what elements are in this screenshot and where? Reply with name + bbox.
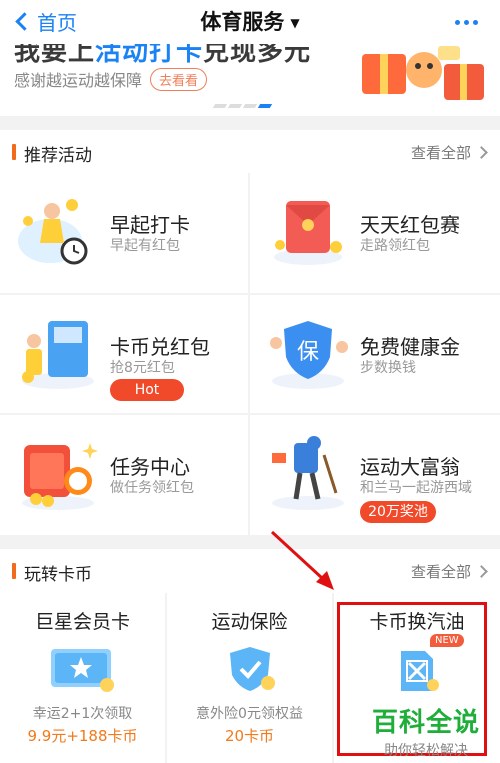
activity-morning-checkin[interactable]: 早起打卡 早起有红包 bbox=[0, 173, 248, 293]
activity-subtitle: 做任务领红包 bbox=[110, 480, 194, 496]
card-star-membership[interactable]: 巨星会员卡 幸运2+1次领取 9.9元+188卡币 bbox=[0, 593, 165, 763]
card-price: 9.9元+188卡币 bbox=[27, 727, 138, 745]
recommend-view-all[interactable]: 查看全部 bbox=[410, 142, 488, 163]
coins-view-all[interactable]: 查看全部 bbox=[410, 561, 488, 582]
morning-checkin-illustration bbox=[18, 199, 88, 265]
section-marker bbox=[12, 563, 16, 579]
watermark: 百科全说 助你轻松解决 bbox=[372, 702, 480, 760]
atm-illustration bbox=[22, 321, 94, 389]
activity-title: 卡币兑红包 bbox=[110, 335, 210, 359]
card-title: 运动保险 bbox=[211, 611, 288, 633]
activity-coin-redpacket[interactable]: 卡币兑红包 抢8元红包 Hot bbox=[0, 295, 248, 413]
promo-banner[interactable]: 我要上活动打卡兑现多元 感谢越运动越保障 去看看 bbox=[0, 44, 500, 116]
star-card-icon bbox=[50, 649, 114, 692]
view-all-label: 查看全部 bbox=[410, 144, 471, 162]
chevron-right-icon bbox=[475, 146, 488, 159]
recommend-title: 推荐活动 bbox=[24, 146, 92, 166]
recommend-section-header: 推荐活动 查看全部 bbox=[0, 130, 500, 174]
card-desc: 意外险0元领权益 bbox=[196, 706, 303, 722]
card-sports-insurance[interactable]: 运动保险 意外险0元领权益 20卡币 bbox=[167, 593, 332, 763]
prize-pool-badge: 20万奖池 bbox=[360, 501, 436, 523]
activity-title: 运动大富翁 bbox=[360, 455, 460, 479]
activity-daily-redpacket[interactable]: 天天红包赛 走路领红包 bbox=[250, 173, 500, 293]
activity-subtitle: 走路领红包 bbox=[360, 238, 430, 254]
caret-down-icon: ▼ bbox=[290, 16, 300, 30]
activity-sports-monopoly[interactable]: 运动大富翁 和兰马一起游西域 20万奖池 bbox=[250, 415, 500, 535]
chevron-right-icon bbox=[475, 565, 488, 578]
hot-badge: Hot bbox=[110, 379, 184, 401]
banner-subtitle: 感谢越运动越保障 bbox=[14, 71, 143, 90]
activity-title: 天天红包赛 bbox=[360, 213, 460, 237]
task-envelope-illustration bbox=[22, 443, 98, 510]
activity-title: 免费健康金 bbox=[360, 335, 460, 359]
card-price: 20卡币 bbox=[224, 727, 275, 745]
svg-text:保: 保 bbox=[297, 340, 319, 365]
hiker-illustration bbox=[272, 436, 344, 510]
watermark-subtitle: 助你轻松解决 bbox=[384, 743, 468, 759]
banner-headline: 我要上活动打卡兑现多元 bbox=[14, 44, 311, 68]
shield-check-icon bbox=[229, 647, 275, 691]
activity-title: 早起打卡 bbox=[110, 213, 190, 237]
page-title-text: 体育服务 bbox=[200, 10, 285, 34]
banner-subtitle-row: 感谢越运动越保障 去看看 bbox=[14, 67, 208, 91]
more-icon[interactable] bbox=[455, 20, 478, 25]
activity-subtitle: 抢8元红包 bbox=[110, 360, 175, 376]
coins-section-header: 玩转卡币 查看全部 bbox=[0, 549, 500, 593]
activity-grid: 早起打卡 早起有红包 天天红包赛 走路领红包 卡币兑红包 抢8元红包 Hot 保… bbox=[0, 173, 500, 535]
activity-task-center[interactable]: 任务中心 做任务领红包 bbox=[0, 415, 248, 535]
banner-go-button[interactable]: 去看看 bbox=[150, 67, 208, 91]
banner-headline-suffix: 兑现多元 bbox=[203, 44, 312, 67]
red-envelope-illustration bbox=[274, 201, 342, 265]
section-marker bbox=[12, 144, 16, 160]
shield-bao-illustration: 保 bbox=[270, 321, 348, 389]
card-title: 巨星会员卡 bbox=[34, 611, 130, 633]
nav-bar: 首页 体育服务 ▼ bbox=[0, 0, 500, 44]
card-desc: 幸运2+1次领取 bbox=[32, 706, 133, 722]
activity-subtitle: 步数换钱 bbox=[360, 360, 416, 376]
watermark-title: 百科全说 bbox=[372, 708, 481, 738]
gift-mascot-illustration bbox=[362, 46, 484, 100]
banner-headline-prefix: 我要上 bbox=[14, 44, 96, 67]
banner-headline-highlight: 活动打卡 bbox=[95, 44, 204, 67]
activity-free-health-fund[interactable]: 保 免费健康金 步数换钱 bbox=[250, 295, 500, 413]
activity-title: 任务中心 bbox=[110, 455, 190, 479]
activity-subtitle: 早起有红包 bbox=[110, 238, 180, 254]
view-all-label: 查看全部 bbox=[410, 563, 471, 581]
activity-subtitle: 和兰马一起游西域 bbox=[360, 480, 472, 496]
page-title[interactable]: 体育服务 ▼ bbox=[0, 6, 500, 36]
banner-page-indicator bbox=[212, 104, 273, 108]
coins-title: 玩转卡币 bbox=[24, 565, 92, 585]
